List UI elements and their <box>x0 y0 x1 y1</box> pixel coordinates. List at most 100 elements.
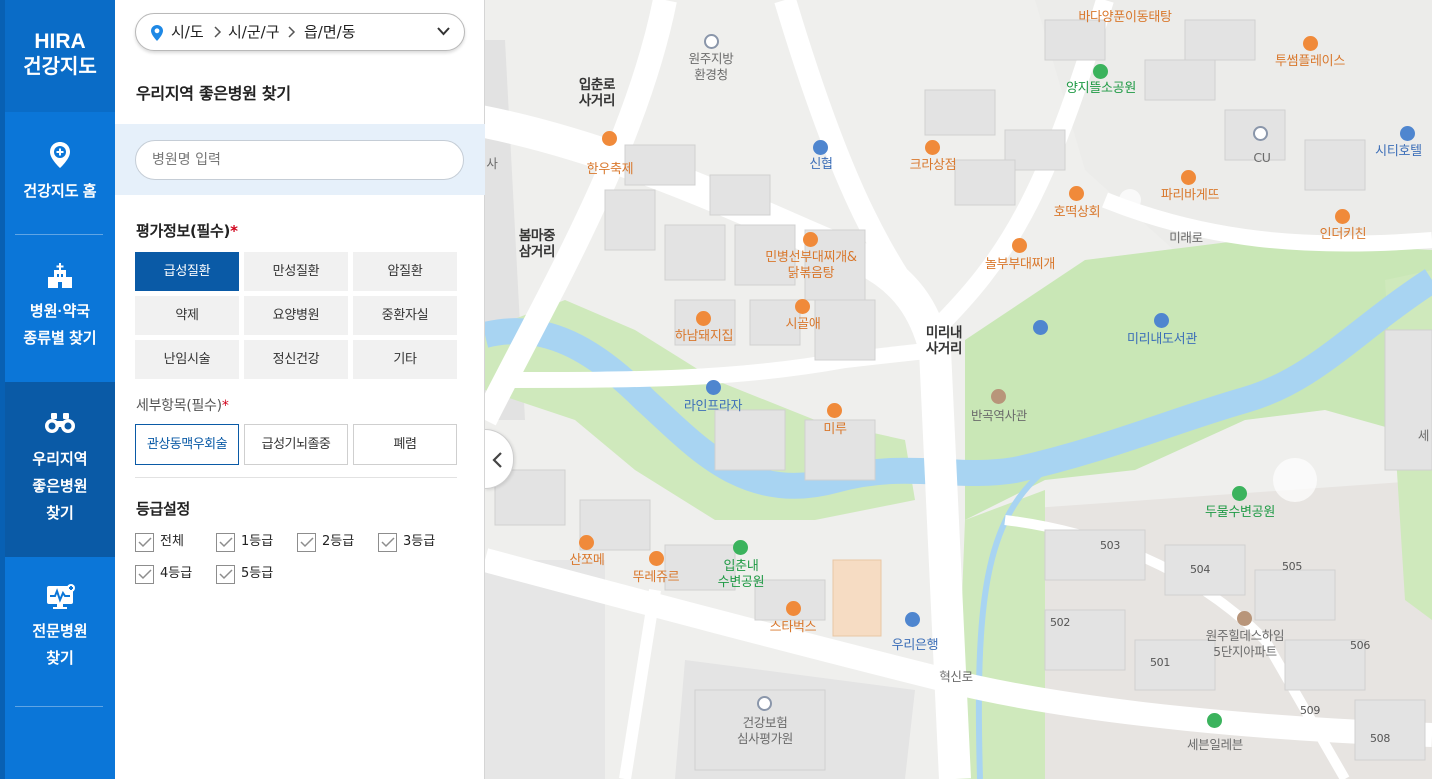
shopping-icon[interactable] <box>706 380 721 395</box>
museum-icon[interactable] <box>991 389 1006 404</box>
region-selector[interactable]: 시/도 시/군/구 읍/면/동 <box>135 13 465 51</box>
restaurant-icon[interactable] <box>1012 238 1027 253</box>
eval-option-cancer[interactable]: 암질환 <box>353 252 457 291</box>
restaurant-icon[interactable] <box>579 535 594 550</box>
restaurant-icon[interactable] <box>803 232 818 247</box>
restaurant-icon[interactable] <box>1335 209 1350 224</box>
bank-icon[interactable] <box>905 612 920 627</box>
grade-checkbox-all[interactable]: 전체 <box>135 532 205 552</box>
map-label-nolboo[interactable]: 놀부부대찌개 <box>965 257 1075 273</box>
map-label-hyeoksin-ro[interactable]: 혁신로 <box>931 669 981 685</box>
map-label-yangji-park[interactable]: 양지뜰소공원 <box>1045 81 1157 97</box>
restaurant-icon[interactable] <box>602 131 617 146</box>
map-label-seven-eleven[interactable]: 세븐일레븐 <box>1165 737 1265 753</box>
convenience-store-icon[interactable] <box>1253 126 1268 141</box>
checkbox-box[interactable] <box>135 565 154 584</box>
cafe-icon[interactable] <box>1303 36 1318 51</box>
map-label-bangok[interactable]: 반곡역사관 <box>959 408 1039 424</box>
park-icon[interactable] <box>733 540 748 555</box>
government-office-icon[interactable] <box>704 34 719 49</box>
chevron-right-icon <box>214 26 222 38</box>
eval-option-chronic[interactable]: 만성질환 <box>244 252 348 291</box>
eval-option-mental-health[interactable]: 정신건강 <box>244 340 348 379</box>
checkbox-box[interactable] <box>216 565 235 584</box>
map-label-dumul-park[interactable]: 두물수변공원 <box>1185 505 1295 521</box>
detail-option-pneumonia[interactable]: 폐렴 <box>353 424 457 465</box>
map-label-line-plaza[interactable]: 라인프라자 <box>663 399 763 415</box>
grade-checkbox-4[interactable]: 4등급 <box>135 564 205 584</box>
map-label-mirae-ro[interactable]: 미래로 <box>1161 230 1211 246</box>
checkbox-box[interactable] <box>378 533 397 552</box>
map-label-sa[interactable]: 사 <box>485 156 499 172</box>
restaurant-icon[interactable] <box>925 140 940 155</box>
eval-option-other[interactable]: 기타 <box>353 340 457 379</box>
grade-checkbox-3[interactable]: 3등급 <box>378 532 448 552</box>
map-label-bommajung[interactable]: 봄마중 삼거리 <box>505 228 569 260</box>
map-label-krasang[interactable]: 크라상점 <box>893 158 973 174</box>
checkbox-box[interactable] <box>297 533 316 552</box>
eval-option-medication[interactable]: 약제 <box>135 296 239 335</box>
bakery-icon[interactable] <box>649 551 664 566</box>
map-label-starbucks[interactable]: 스타벅스 <box>755 620 831 636</box>
checkbox-box[interactable] <box>135 533 154 552</box>
apartment-icon[interactable] <box>1237 611 1252 626</box>
hira-logo[interactable]: HIRA 건강지도 <box>5 0 115 112</box>
map-label-sigoli[interactable]: 시골애 <box>773 317 833 333</box>
map-label-cu[interactable]: CU <box>1247 150 1277 166</box>
map-label-mirinae-cross[interactable]: 미리내 사거리 <box>911 325 977 357</box>
required-mark: * <box>221 398 229 414</box>
binoculars-icon <box>45 413 75 433</box>
restaurant-icon[interactable] <box>827 403 842 418</box>
map-label-paris[interactable]: 파리바게뜨 <box>1145 188 1235 204</box>
nav-item-home[interactable]: 건강지도 홈 <box>5 128 115 224</box>
nav-item-good-hospital[interactable]: 우리지역 좋은병원 찾기 <box>5 382 115 557</box>
restaurant-icon[interactable] <box>1069 186 1084 201</box>
checkbox-box[interactable] <box>216 533 235 552</box>
map-label-ipchun-cross[interactable]: 입춘로 사거리 <box>557 77 637 109</box>
map-label-env-office[interactable]: 원주지방 환경청 <box>671 51 751 83</box>
cafe-icon[interactable] <box>786 601 801 616</box>
parking-icon[interactable] <box>1033 320 1048 335</box>
government-office-icon[interactable] <box>757 696 772 711</box>
map-label-bada[interactable]: 바다양푼이동태탕 <box>1069 10 1181 26</box>
eval-option-icu[interactable]: 중환자실 <box>353 296 457 335</box>
map-label-minbyungsun[interactable]: 민병선부대찌개& 닭볶음탕 <box>741 250 881 282</box>
map-label-hotteok[interactable]: 호떡상회 <box>1037 205 1117 221</box>
grade-checkbox-2[interactable]: 2등급 <box>297 532 367 552</box>
map-label-city-hotel[interactable]: 시티호텔 <box>1365 144 1432 160</box>
map-label-shinhyup[interactable]: 신협 <box>795 157 847 173</box>
map-label-woori-bank[interactable]: 우리은행 <box>879 638 951 654</box>
convenience-store-icon[interactable] <box>1207 713 1222 728</box>
bank-icon[interactable] <box>813 140 828 155</box>
map-label-ipchunnae-park[interactable]: 입춘내 수변공원 <box>701 559 781 591</box>
map-label-hanwoo[interactable]: 한우축제 <box>575 162 645 178</box>
map-label-mirinae-library[interactable]: 미리내도서관 <box>1107 332 1217 348</box>
library-icon[interactable] <box>1154 313 1169 328</box>
map-label-sanjjome[interactable]: 산쪼메 <box>557 553 617 569</box>
map-label-twosome[interactable]: 투썸플레이스 <box>1255 54 1365 70</box>
restaurant-icon[interactable] <box>696 311 711 326</box>
hotel-icon[interactable] <box>1400 126 1415 141</box>
eval-option-nursing-hospital[interactable]: 요양병원 <box>244 296 348 335</box>
park-icon[interactable] <box>1232 486 1247 501</box>
nav-item-hospital-type[interactable]: 병원·약국 종류별 찾기 <box>5 250 115 370</box>
map-label-ttore[interactable]: 뚜레쥬르 <box>621 570 691 586</box>
nav-item-specialty-hospital[interactable]: 전문병원 찾기 <box>5 572 115 692</box>
eval-option-fertility[interactable]: 난임시술 <box>135 340 239 379</box>
eval-option-acute[interactable]: 급성질환 <box>135 252 239 291</box>
map-label-hillstate[interactable]: 원주힐데스하임 5단지아파트 <box>1175 628 1315 660</box>
hospital-name-input[interactable] <box>135 140 464 180</box>
grade-checkbox-5[interactable]: 5등급 <box>216 564 286 584</box>
bakery-icon[interactable] <box>1181 170 1196 185</box>
detail-option-stroke[interactable]: 급성기뇌졸중 <box>244 424 348 465</box>
restaurant-icon[interactable] <box>795 299 810 314</box>
map-label-miru[interactable]: 미루 <box>815 422 855 438</box>
park-icon[interactable] <box>1093 64 1108 79</box>
map-label-hira-building[interactable]: 건강보험 심사평가원 <box>717 715 813 747</box>
map-label-hanam[interactable]: 하남돼지집 <box>659 329 749 345</box>
map-view[interactable]: 원주지방 환경청 양지뜰소공원 바다양푼이동태탕 투썸플레이스 입춘로 사거리 … <box>485 0 1432 779</box>
map-label-inder[interactable]: 인더키친 <box>1303 227 1383 243</box>
grade-checkbox-1[interactable]: 1등급 <box>216 532 286 552</box>
map-label-se[interactable]: 세 <box>1415 428 1432 444</box>
detail-option-cabg[interactable]: 관상동맥우회술 <box>135 424 239 465</box>
